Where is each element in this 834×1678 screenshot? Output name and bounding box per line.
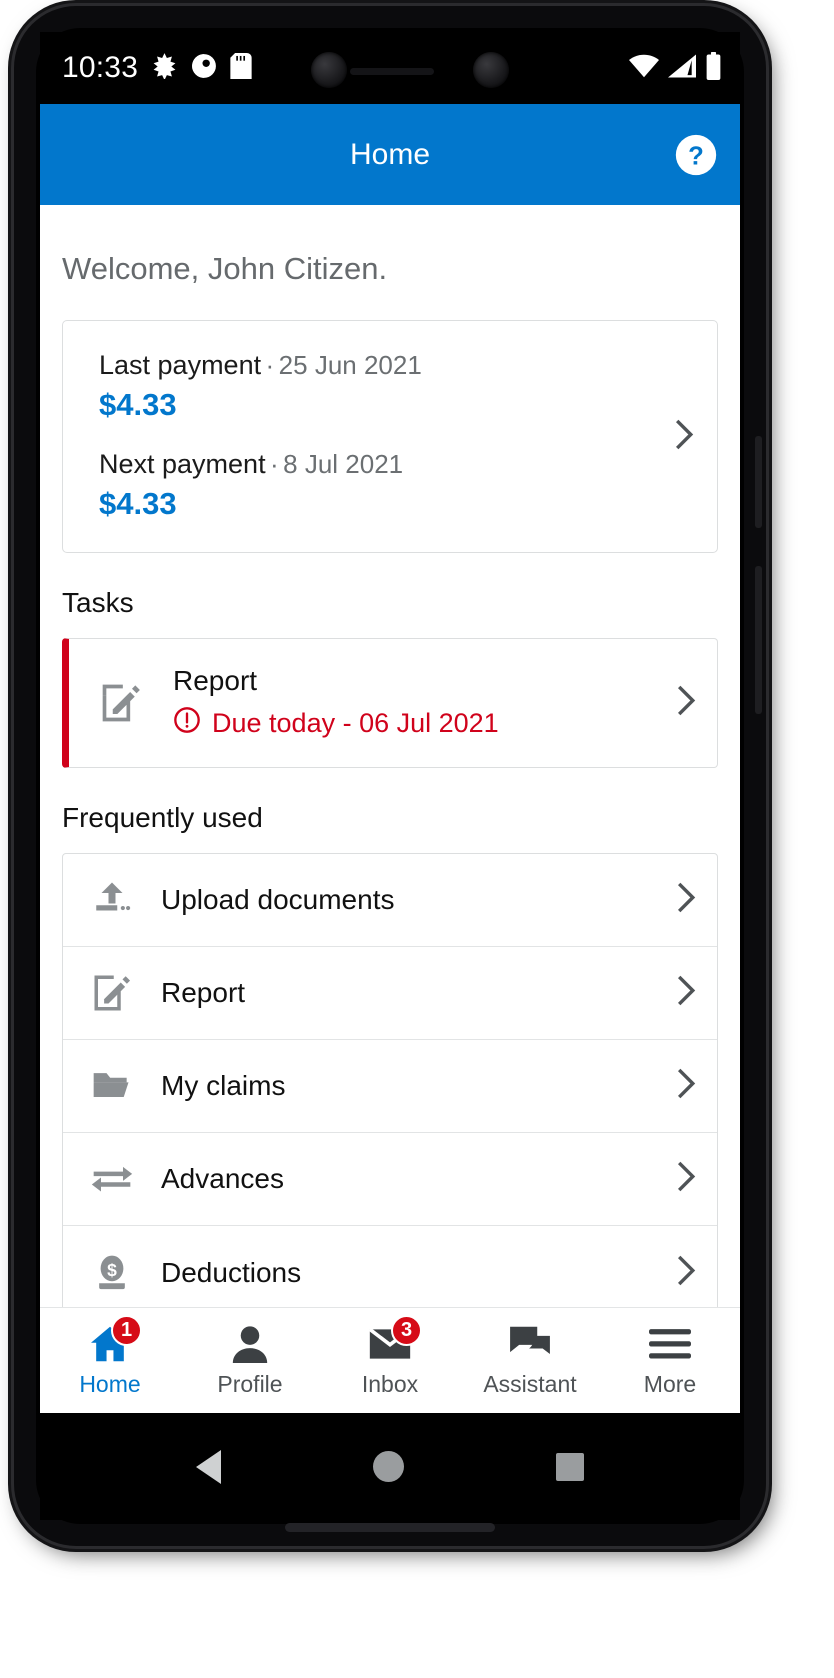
- chevron-right-icon: [675, 1067, 697, 1106]
- task-card-report[interactable]: Report Due today - 06 Jul 2021: [62, 638, 718, 768]
- person-icon: [227, 1324, 273, 1364]
- last-payment-date: 25 Jun 2021: [278, 350, 422, 380]
- last-payment-row: Last payment · 25 Jun 2021: [99, 350, 691, 381]
- nav-label-profile: Profile: [217, 1370, 283, 1397]
- task-due-row: Due today - 06 Jul 2021: [173, 706, 499, 741]
- list-item-label: Report: [161, 977, 246, 1008]
- status-bar-right: [629, 32, 722, 104]
- recents-square-icon[interactable]: [556, 1452, 584, 1481]
- nav-item-home[interactable]: 1 Home: [40, 1308, 180, 1413]
- next-payment-separator: ·: [270, 449, 279, 479]
- volume-button[interactable]: [755, 566, 762, 714]
- folder-open-icon: [89, 1063, 135, 1109]
- power-button[interactable]: [755, 436, 762, 528]
- app-header: Home ?: [40, 104, 740, 205]
- nav-badge-home: 1: [111, 1314, 142, 1346]
- hamburger-menu-icon: [647, 1324, 693, 1364]
- phone-frame: 10:33 Home ? Welcome, John Citizen. Last…: [14, 6, 766, 1546]
- chevron-right-icon: [675, 1160, 697, 1199]
- svg-text:$: $: [107, 1259, 117, 1279]
- nav-label-inbox: Inbox: [361, 1370, 419, 1397]
- status-time: 10:33: [62, 51, 139, 84]
- list-item-label: Upload documents: [161, 884, 395, 915]
- task-body: Report Due today - 06 Jul 2021: [173, 665, 499, 741]
- last-payment-separator: ·: [265, 350, 275, 380]
- upload-icon: [89, 877, 135, 923]
- edit-document-icon: [89, 970, 135, 1016]
- chevron-right-icon: [673, 417, 695, 456]
- do-not-disturb-icon: [191, 53, 217, 84]
- phone-screen: 10:33 Home ? Welcome, John Citizen. Last…: [40, 32, 740, 1520]
- chevron-right-icon: [675, 974, 697, 1013]
- cellular-signal-icon: [668, 54, 696, 83]
- status-bar: 10:33: [40, 32, 740, 104]
- edit-document-icon: [99, 681, 143, 725]
- next-payment-date: 8 Jul 2021: [283, 449, 404, 479]
- home-circle-icon[interactable]: [373, 1451, 404, 1482]
- chevron-right-icon: [675, 684, 697, 723]
- wifi-icon: [629, 54, 659, 83]
- welcome-message: Welcome, John Citizen.: [62, 251, 388, 286]
- front-camera-left: [311, 52, 347, 88]
- list-item-upload-documents[interactable]: Upload documents: [63, 854, 717, 947]
- next-payment-amount: $4.33: [99, 486, 177, 521]
- envelope-icon: 3: [367, 1314, 422, 1364]
- last-payment-label: Last payment: [99, 350, 262, 380]
- next-payment-label: Next payment: [99, 449, 266, 479]
- nav-item-more[interactable]: More: [600, 1308, 740, 1413]
- speaker-grille: [285, 1523, 495, 1532]
- back-triangle-icon[interactable]: [196, 1449, 221, 1484]
- battery-icon: [705, 51, 722, 85]
- list-item-label: Advances: [161, 1163, 284, 1194]
- task-title: Report: [173, 665, 258, 696]
- frequently-used-list: Upload documents Report My claims Advanc…: [62, 853, 718, 1307]
- svg-text:?: ?: [688, 142, 704, 170]
- tasks-heading: Tasks: [62, 587, 134, 618]
- home-icon: 1: [87, 1314, 142, 1364]
- nav-item-inbox[interactable]: 3 Inbox: [320, 1308, 460, 1413]
- nav-item-profile[interactable]: Profile: [180, 1308, 320, 1413]
- frequently-used-heading: Frequently used: [62, 802, 263, 833]
- sd-card-icon: [230, 52, 252, 84]
- bluetooth-snowflake-icon: [151, 52, 178, 84]
- status-bar-left: 10:33: [62, 51, 252, 85]
- payment-summary-card[interactable]: Last payment · 25 Jun 2021 $4.33 Next pa…: [62, 320, 718, 553]
- nav-label-home: Home: [79, 1370, 141, 1397]
- nav-label-more: More: [643, 1370, 697, 1397]
- front-camera-right: [473, 52, 509, 88]
- home-screen-content: Welcome, John Citizen. Last payment · 25…: [40, 205, 740, 1307]
- earpiece-speaker: [350, 68, 434, 75]
- nav-badge-inbox: 3: [391, 1314, 422, 1346]
- coin-dollar-icon: $: [89, 1250, 135, 1296]
- page-title: Home: [349, 137, 431, 171]
- list-item-advances[interactable]: Advances: [63, 1133, 717, 1226]
- chevron-right-icon: [675, 1253, 697, 1292]
- list-item-label: Deductions: [161, 1256, 302, 1288]
- nav-item-assistant[interactable]: Assistant: [460, 1308, 600, 1413]
- list-item-report[interactable]: Report: [63, 947, 717, 1040]
- bottom-navigation-bar: 1 Home Profile 3 Inbox Assistant More: [40, 1307, 740, 1413]
- list-item-deductions[interactable]: $ Deductions: [63, 1226, 717, 1307]
- nav-label-assistant: Assistant: [483, 1370, 577, 1397]
- list-item-label: My claims: [161, 1070, 286, 1101]
- help-circle-icon[interactable]: ?: [674, 133, 718, 177]
- transfer-arrows-icon: [89, 1156, 135, 1202]
- task-due-text: Due today - 06 Jul 2021: [212, 708, 499, 738]
- android-system-navigation: [40, 1413, 740, 1520]
- next-payment-row: Next payment · 8 Jul 2021: [99, 449, 691, 480]
- last-payment-amount: $4.33: [99, 387, 177, 422]
- chevron-right-icon: [675, 881, 697, 920]
- exclamation-circle-icon: [173, 706, 201, 741]
- list-item-my-claims[interactable]: My claims: [63, 1040, 717, 1133]
- chat-bubbles-icon: [507, 1324, 553, 1364]
